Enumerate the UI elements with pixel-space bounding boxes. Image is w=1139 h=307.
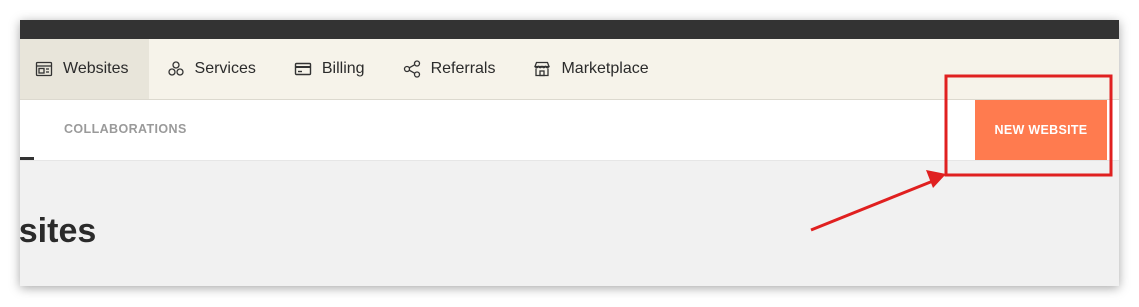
nav-item-label: Websites xyxy=(63,60,129,77)
nav-item-label: Marketplace xyxy=(561,60,649,77)
nav-item-services[interactable]: Services xyxy=(149,39,276,99)
nav-item-websites[interactable]: Websites xyxy=(20,39,149,99)
nav-item-marketplace[interactable]: Marketplace xyxy=(515,39,668,99)
nav-item-label: Referrals xyxy=(430,60,496,77)
nav-item-label: Billing xyxy=(321,60,365,77)
credit-card-icon xyxy=(294,60,312,78)
nav-item-label: Services xyxy=(194,60,256,77)
share-icon xyxy=(403,60,421,78)
page-title: bsites xyxy=(20,212,97,250)
services-icon xyxy=(167,60,185,78)
nav-item-referrals[interactable]: Referrals xyxy=(385,39,516,99)
tab-collaborations[interactable]: COLLABORATIONS xyxy=(64,122,187,136)
store-icon xyxy=(533,60,551,78)
website-icon xyxy=(35,60,53,78)
nav-item-billing[interactable]: Billing xyxy=(276,39,385,99)
sub-navigation: COLLABORATIONS xyxy=(20,100,1119,161)
main-nav: Websites Services Billing Referrals Mark… xyxy=(20,39,1119,100)
top-bar xyxy=(20,20,1119,39)
new-website-button[interactable]: NEW WEBSITE xyxy=(975,100,1107,160)
active-tab-indicator xyxy=(20,157,34,160)
app-window: Websites Services Billing Referrals Mark… xyxy=(20,20,1119,286)
